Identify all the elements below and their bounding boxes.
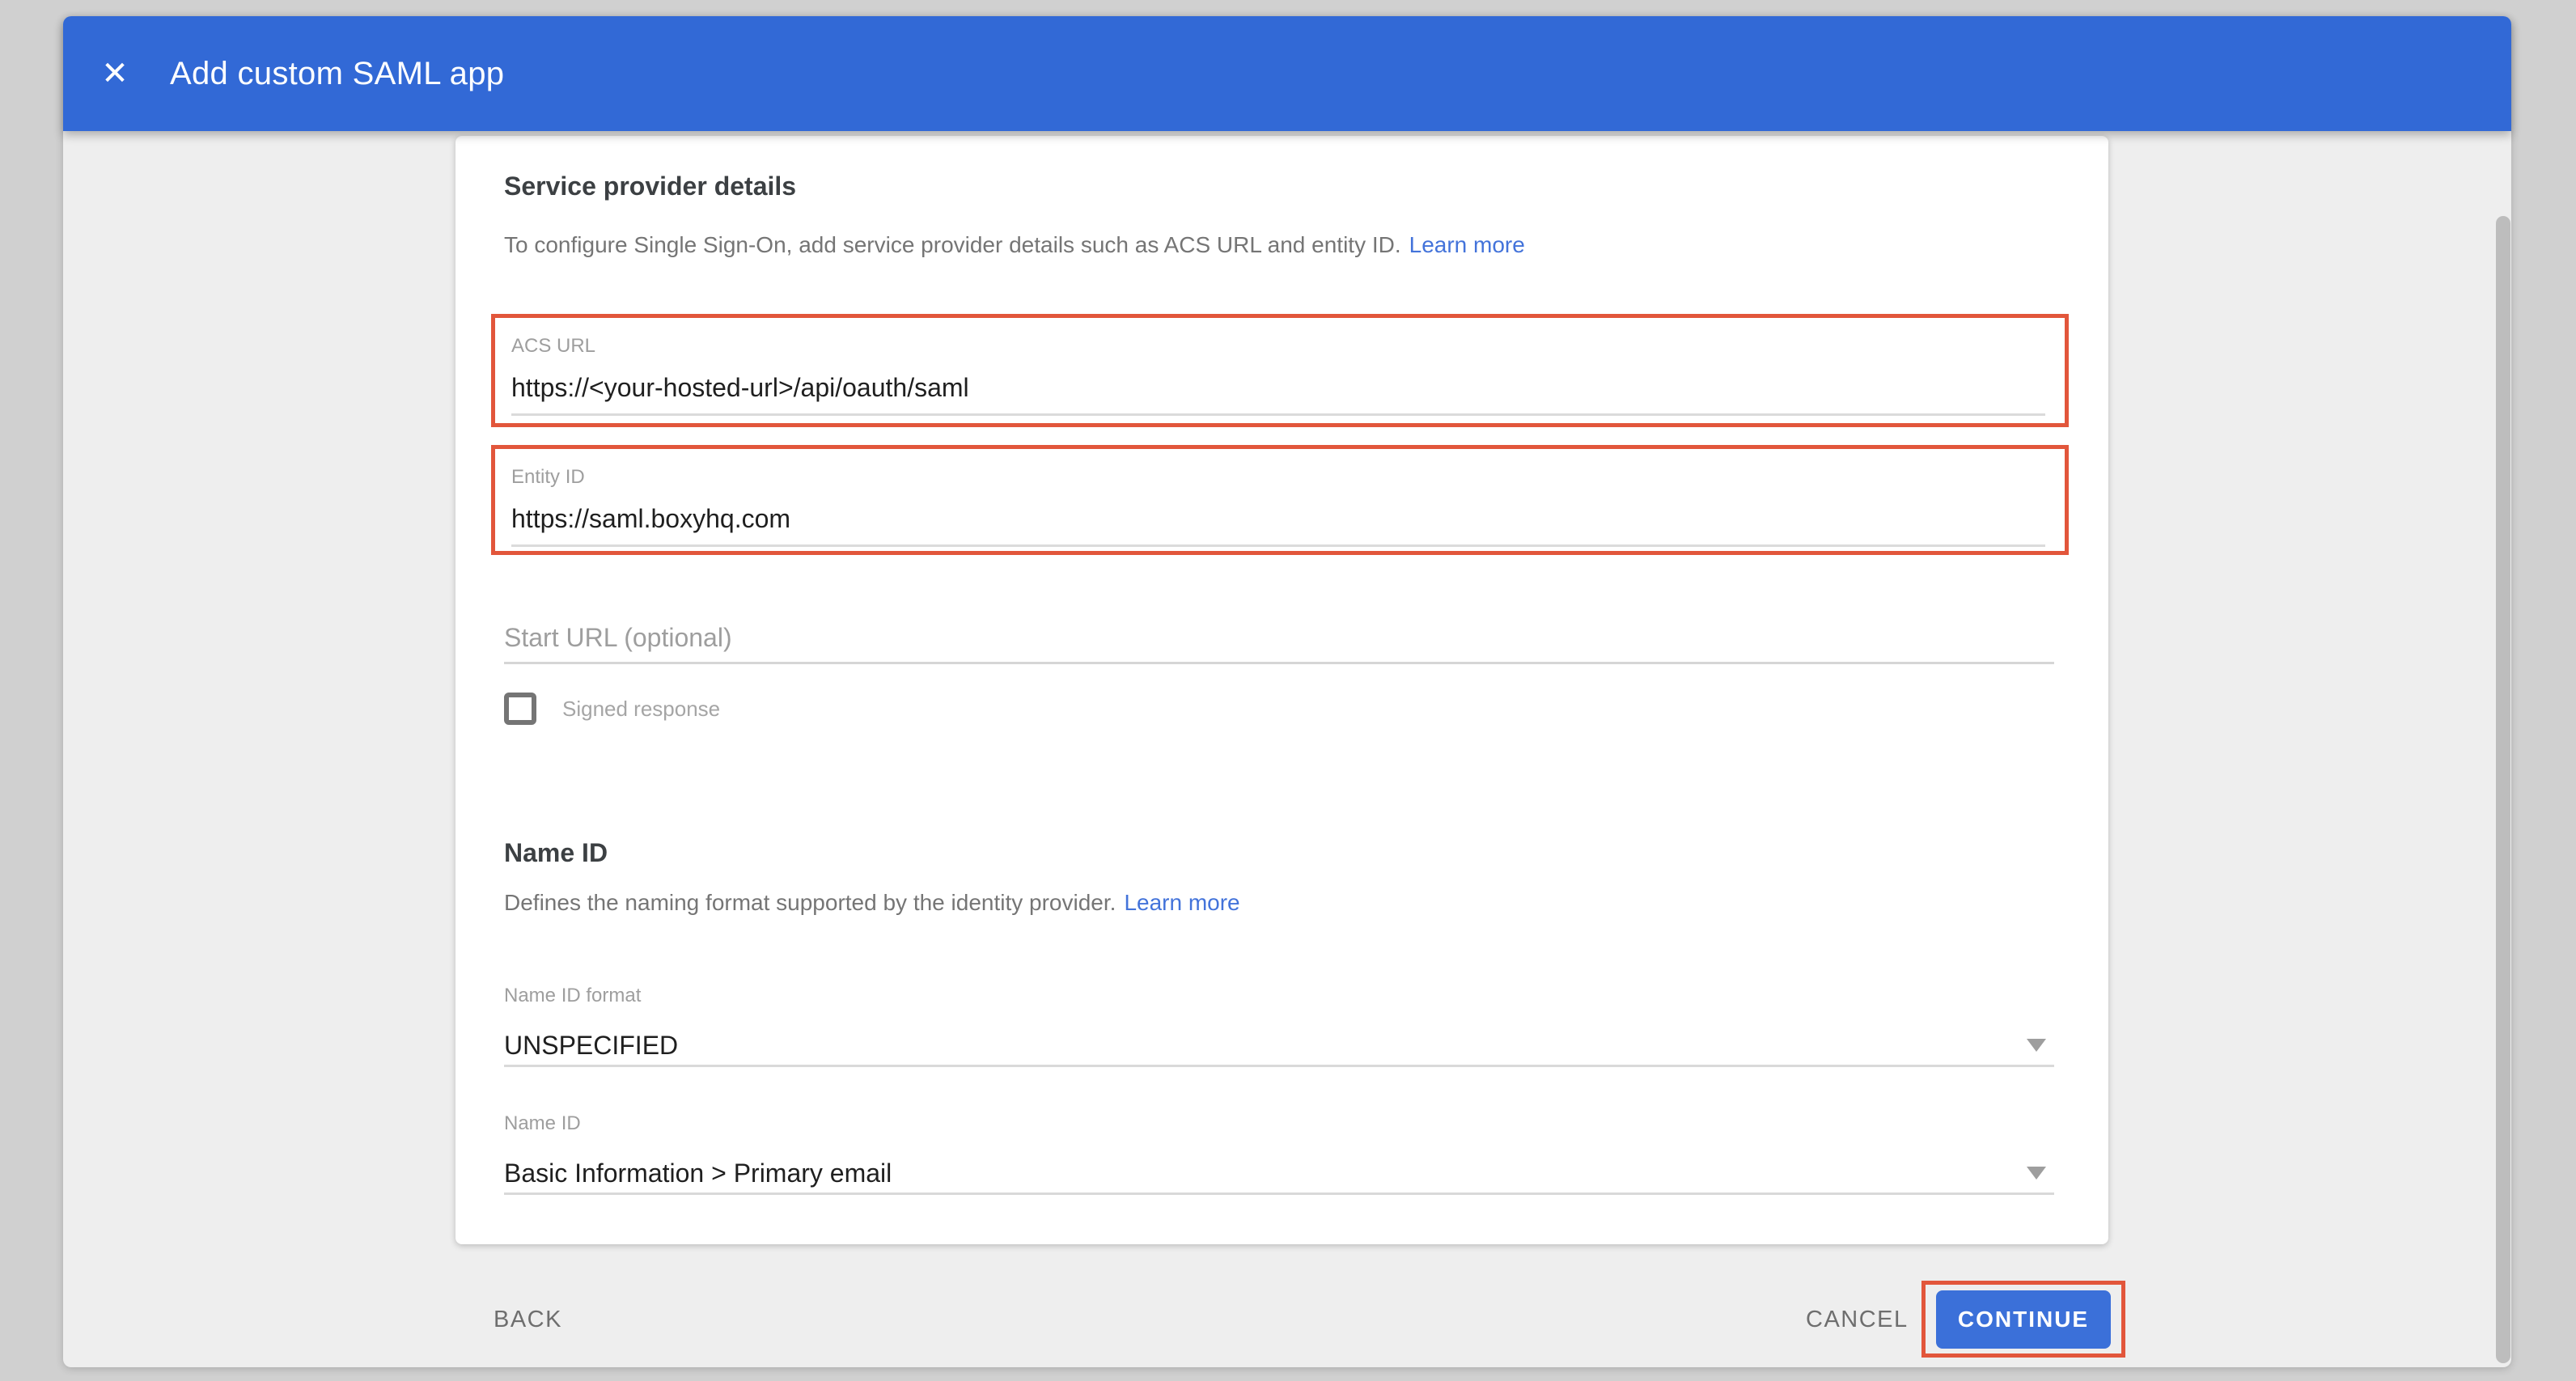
- acs-url-label: ACS URL: [511, 334, 2045, 358]
- add-saml-app-dialog: ✕ Add custom SAML app Service provider d…: [63, 16, 2511, 1367]
- description-text: Defines the naming format supported by t…: [504, 890, 1116, 915]
- service-provider-card: Service provider details To configure Si…: [455, 136, 2108, 1244]
- name-id-field: Name ID Basic Information > Primary emai…: [504, 1112, 2054, 1195]
- name-id-heading: Name ID: [504, 837, 2055, 869]
- name-id-format-underline: [504, 1065, 2054, 1067]
- start-url-underline: [504, 662, 2054, 664]
- cancel-button[interactable]: CANCEL: [1806, 1306, 1909, 1333]
- continue-highlight-box: CONTINUE: [1921, 1281, 2125, 1358]
- name-id-format-label: Name ID format: [504, 984, 2054, 1008]
- description-text: To configure Single Sign-On, add service…: [504, 232, 1401, 257]
- start-url-input[interactable]: Start URL (optional): [504, 621, 2054, 654]
- name-id-format-field: Name ID format UNSPECIFIED: [504, 984, 2054, 1067]
- learn-more-link[interactable]: Learn more: [1409, 232, 1525, 257]
- signed-response-row: Signed response: [504, 693, 2055, 725]
- name-id-label: Name ID: [504, 1112, 2054, 1136]
- acs-url-underline: [511, 413, 2045, 416]
- signed-response-checkbox[interactable]: [504, 693, 536, 725]
- signed-response-label: Signed response: [562, 697, 720, 722]
- service-provider-heading: Service provider details: [504, 170, 2055, 202]
- name-id-underline: [504, 1192, 2054, 1195]
- name-id-select[interactable]: Basic Information > Primary email: [504, 1157, 2054, 1189]
- close-icon[interactable]: ✕: [92, 57, 138, 90]
- entity-id-label: Entity ID: [511, 465, 2045, 489]
- entity-id-underline: [511, 544, 2045, 547]
- acs-url-input[interactable]: https://<your-hosted-url>/api/oauth/saml: [511, 371, 2045, 404]
- dialog-title: Add custom SAML app: [170, 56, 504, 92]
- entity-id-input[interactable]: https://saml.boxyhq.com: [511, 502, 2045, 535]
- name-id-format-select[interactable]: UNSPECIFIED: [504, 1029, 2054, 1061]
- dropdown-arrow-icon: [2027, 1039, 2046, 1052]
- name-id-format-value: UNSPECIFIED: [504, 1029, 2054, 1061]
- service-provider-description: To configure Single Sign-On, add service…: [504, 231, 2055, 260]
- name-id-description: Defines the naming format supported by t…: [504, 888, 2055, 917]
- back-button[interactable]: BACK: [494, 1306, 562, 1333]
- entity-id-highlight-box: Entity ID https://saml.boxyhq.com: [491, 445, 2069, 555]
- start-url-field: Start URL (optional): [504, 621, 2054, 664]
- dialog-header: ✕ Add custom SAML app: [63, 16, 2511, 131]
- name-id-value: Basic Information > Primary email: [504, 1157, 2054, 1189]
- learn-more-link[interactable]: Learn more: [1124, 890, 1239, 915]
- acs-url-highlight-box: ACS URL https://<your-hosted-url>/api/oa…: [491, 314, 2069, 427]
- scrollbar[interactable]: [2496, 216, 2510, 1363]
- continue-button[interactable]: CONTINUE: [1936, 1290, 2111, 1349]
- dropdown-arrow-icon: [2027, 1167, 2046, 1180]
